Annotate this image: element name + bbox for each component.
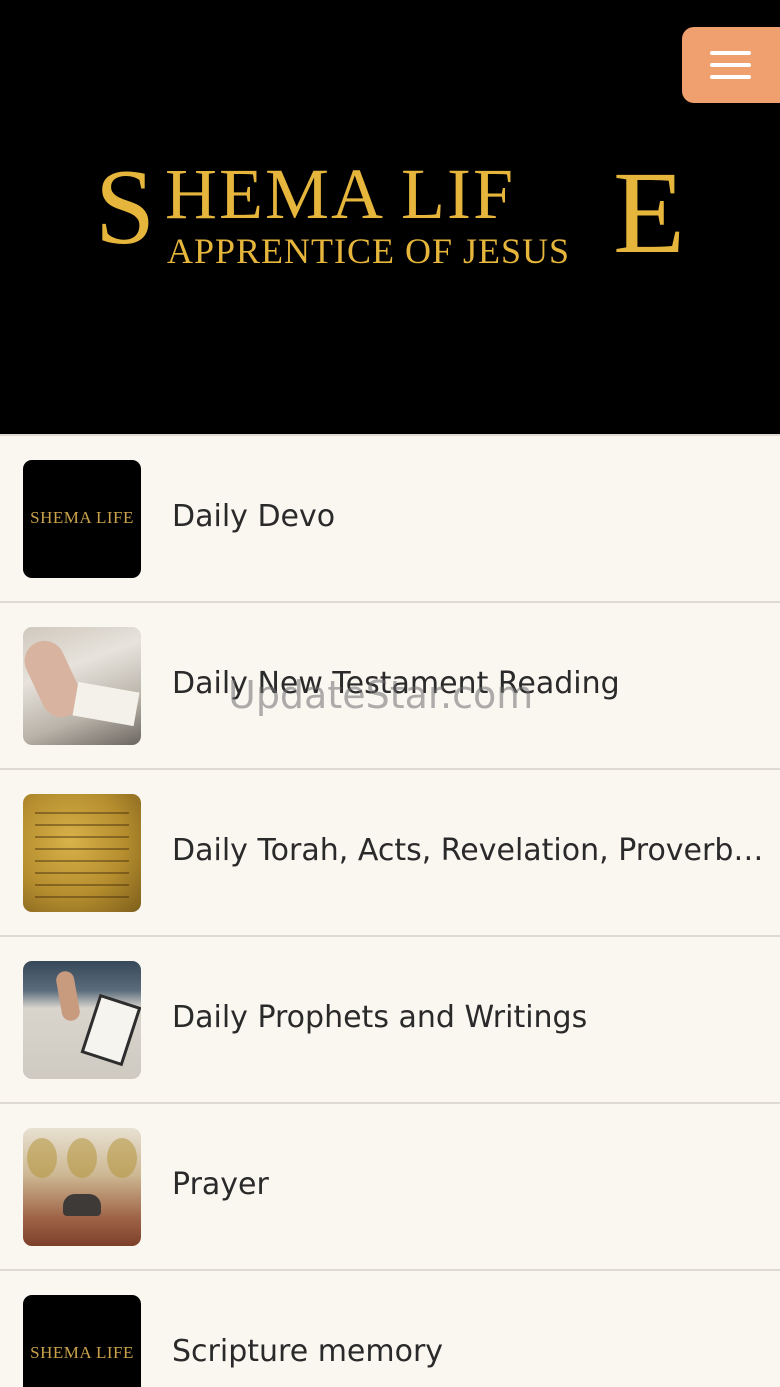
logo-letter-s: S: [95, 148, 156, 267]
hamburger-menu-icon: [710, 51, 751, 55]
logo-letter-e: E: [613, 147, 686, 278]
shema-life-thumbnail: SHEMA LIFE: [23, 1295, 141, 1387]
menu-button[interactable]: [682, 27, 780, 103]
kneeling-prayer-thumbnail: [23, 1128, 141, 1246]
thumbnail-logo-text: SHEMA LIFE: [30, 1343, 134, 1362]
menu-list: SHEMA LIFE Daily Devo Daily New Testamen…: [0, 434, 780, 1387]
hamburger-menu-icon-bar: [710, 75, 751, 79]
list-item-prophets-writings[interactable]: Daily Prophets and Writings: [0, 935, 780, 1102]
bible-reading-thumbnail: [23, 627, 141, 745]
shema-life-logo: S HEMA LIF E APPRENTICE OF JESUS: [95, 150, 695, 280]
list-item-prayer[interactable]: Prayer: [0, 1102, 780, 1269]
logo-title: HEMA LIF: [165, 154, 516, 234]
list-item-label: Daily Torah, Acts, Revelation, Proverbs …: [172, 833, 768, 868]
list-item-label: Daily Devo: [172, 499, 336, 534]
hamburger-menu-icon-bar: [710, 63, 751, 67]
writing-bible-thumbnail: [23, 961, 141, 1079]
list-item-daily-devo[interactable]: SHEMA LIFE Daily Devo: [0, 434, 780, 601]
list-item-label: Daily New Testament Reading: [172, 666, 620, 701]
header: S HEMA LIF E APPRENTICE OF JESUS: [0, 0, 780, 434]
ancient-scroll-thumbnail: [23, 794, 141, 912]
list-item-label: Scripture memory: [172, 1334, 444, 1369]
list-item-new-testament[interactable]: Daily New Testament Reading: [0, 601, 780, 768]
thumbnail-logo-text: SHEMA LIFE: [30, 508, 134, 527]
list-item-label: Prayer: [172, 1167, 269, 1202]
list-item-scripture-memory[interactable]: SHEMA LIFE Scripture memory: [0, 1269, 780, 1387]
shema-life-thumbnail: SHEMA LIFE: [23, 460, 141, 578]
list-item-label: Daily Prophets and Writings: [172, 1000, 588, 1035]
list-item-torah-acts[interactable]: Daily Torah, Acts, Revelation, Proverbs …: [0, 768, 780, 935]
logo-subtitle: APPRENTICE OF JESUS: [167, 231, 571, 271]
